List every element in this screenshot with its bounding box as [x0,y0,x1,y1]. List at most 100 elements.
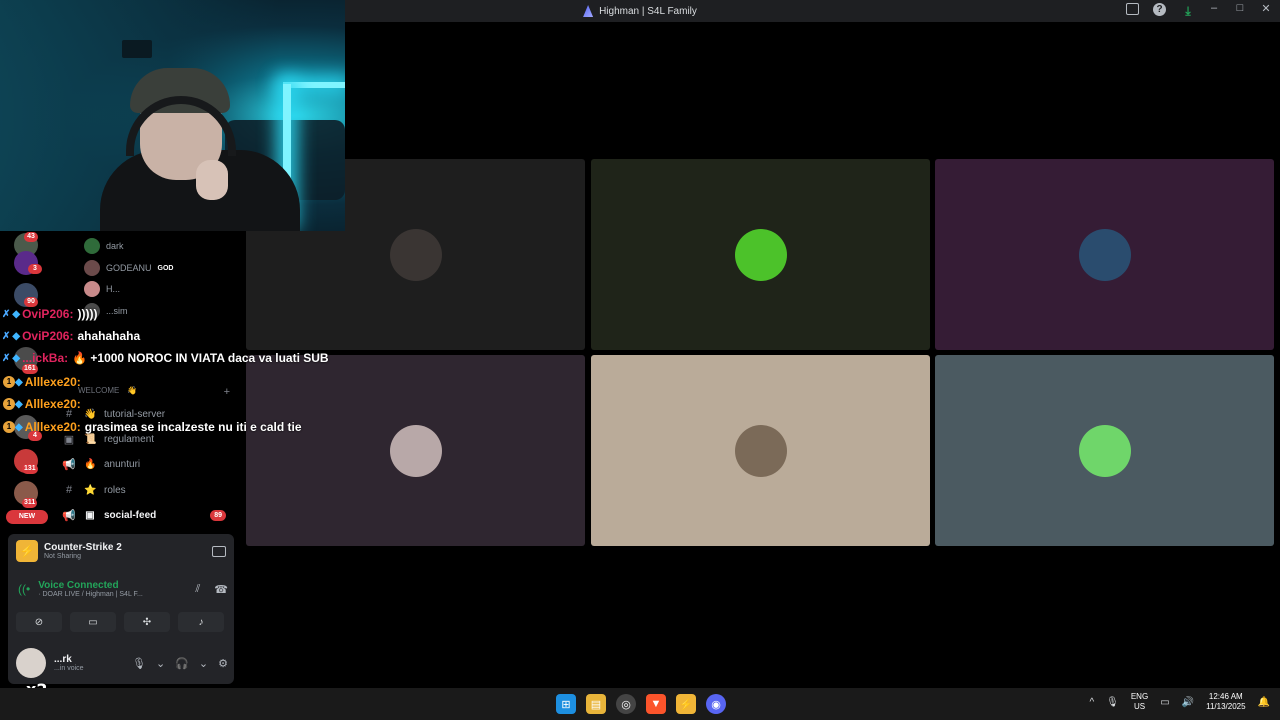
voice-member[interactable]: H... [84,281,120,297]
maximize-button[interactable]: □ [1234,2,1246,15]
text-channel-icon: # [65,484,73,496]
time: 12:46 AM [1208,692,1243,701]
video-tile[interactable] [591,355,930,546]
member-name: GODEANU [106,263,152,273]
file-explorer-icon[interactable]: ▤ [586,694,606,714]
user-text: ...rk ...in voice [54,654,84,672]
chevron-down-icon[interactable]: ⌄ [156,657,165,670]
channel-item[interactable]: 📢 ▣ social-feed 89 [62,506,232,524]
server-mention-badge: 43 [24,232,38,242]
chat-text: ))))) [77,307,98,321]
chat-text: grasimea se incalzeste nu iti e cald tie [84,420,302,434]
chat-message: 1 ◆ Alllexe20: [0,373,85,391]
participant-avatar [734,424,787,477]
help-icon[interactable]: ? [1153,3,1166,16]
headphones-icon[interactable]: 🎧 [175,657,189,670]
chevron-down-icon[interactable]: ⌄ [199,657,208,670]
soundboard-button[interactable]: ♪ [178,612,224,632]
notifications-icon[interactable]: 🔔 [1258,697,1270,708]
window-title: Highman | S4L Family [599,5,697,17]
announcement-channel-icon: 📢 [62,458,76,471]
channel-name: roles [104,484,126,496]
server-mention-badge: 311 [22,498,38,508]
download-icon[interactable]: ⤓ [1180,3,1196,19]
channel-name: anunturi [104,458,141,470]
streamer-webcam [0,0,345,231]
inbox-icon[interactable] [1126,3,1139,15]
member-name: dark [106,241,124,251]
voice-member[interactable]: dark [84,238,124,254]
channel-item[interactable]: # ⭐ roles [62,481,232,499]
language: ENG [1130,692,1149,701]
voice-buttons: ⊘ ▭ ✣ ♪ [16,612,224,632]
clock[interactable]: 12:46 AM 11/13/2025 [1206,692,1245,712]
avatar [84,260,100,276]
sword-icon: ✗ [2,308,11,320]
disconnect-icon[interactable]: ☎ [214,583,228,596]
participant-avatar [734,228,787,281]
webcam-wall-frame [122,40,152,58]
chat-username: OviP206: [22,329,74,343]
voice-member[interactable]: GODEANU GOD [84,260,173,276]
chat-username: OviP206: [22,307,74,321]
subscriber-badge-icon: 1 [3,376,15,388]
network-icon[interactable]: ▭ [1160,697,1169,708]
new-unreads-pill[interactable]: NEW [6,510,48,524]
microphone-icon[interactable]: 🎙 [132,657,146,670]
chevron-up-icon[interactable]: ^ [1089,697,1094,708]
chat-username: Alllexe20: [24,420,81,434]
noise-suppression-icon[interactable]: ⫽ [195,583,200,596]
member-tag: GOD [157,264,174,272]
server-mention-badge: 3 [28,264,42,274]
language-indicator[interactable]: ENG US [1131,692,1148,712]
discord-icon[interactable]: ◉ [706,694,726,714]
chat-message: 1 ◆ Alllexe20: grasimea se incalzeste nu… [0,418,302,436]
volume-icon[interactable]: 🔊 [1182,697,1194,708]
channel-category[interactable]: WELCOME 👋 + [78,386,230,398]
signal-icon[interactable]: ((• [18,582,30,596]
chat-text: 🔥 +1000 NOROC IN VIATA daca va luati SUB [72,351,329,365]
chrome-icon[interactable]: ◎ [616,694,636,714]
avatar [84,238,100,254]
channel-item[interactable]: 📢 🔥 anunturi [62,455,232,473]
title-bar-actions: ? ⤓ [1126,3,1196,19]
video-tile[interactable] [935,355,1274,546]
date: 11/13/2025 [1206,702,1246,711]
brave-icon[interactable]: ▼ [646,694,666,714]
user-status: ...in voice [54,665,84,672]
microphone-icon[interactable]: 🎙 [1106,697,1119,708]
add-channel-icon[interactable]: + [224,386,230,398]
close-button[interactable]: ✕ [1260,2,1272,15]
video-tile[interactable] [591,159,930,350]
video-tile[interactable] [246,355,585,546]
region: US [1133,702,1146,711]
activity-status: Not Sharing [44,553,81,560]
badge-icon: ◆ [15,376,23,388]
voice-channel[interactable]: · DOAR LIVE / Highman | S4L F... [38,591,143,598]
video-tile[interactable] [935,159,1274,350]
minimize-button[interactable]: – [1208,2,1220,15]
voice-text: Voice Connected · DOAR LIVE / Highman | … [38,580,143,598]
username: ...rk [54,654,72,665]
voice-actions: ⫽ ☎ [195,583,228,596]
camera-off-button[interactable]: ⊘ [16,612,62,632]
activity-text: Counter-Strike 2 Not Sharing [44,542,122,560]
gear-icon[interactable]: ⚙ [218,657,228,670]
badge-icon: ◆ [15,421,23,433]
avatar[interactable] [16,648,46,678]
screen: Highman | S4L Family ? ⤓ – □ ✕ 43 3 90 1… [0,0,1280,720]
voice-status: Voice Connected [38,580,119,591]
counter-strike-icon[interactable]: ⚡ [676,694,696,714]
counter-strike-icon: ⚡ [16,540,38,562]
badge-icon: ◆ [12,352,21,364]
server-mention-badge: 131 [22,464,38,474]
activities-button[interactable]: ✣ [124,612,170,632]
share-screen-icon[interactable] [212,545,226,557]
server-logo-icon [583,5,594,17]
subscriber-badge-icon: 1 [3,398,15,410]
windows-start-icon[interactable]: ⊞ [556,694,576,714]
taskbar-apps: ⊞ ▤ ◎ ▼ ⚡ ◉ [556,694,726,714]
channel-emoji: ▣ [85,509,95,521]
screen-share-button[interactable]: ▭ [70,612,116,632]
camera-off-icon: ⊘ [34,616,44,628]
